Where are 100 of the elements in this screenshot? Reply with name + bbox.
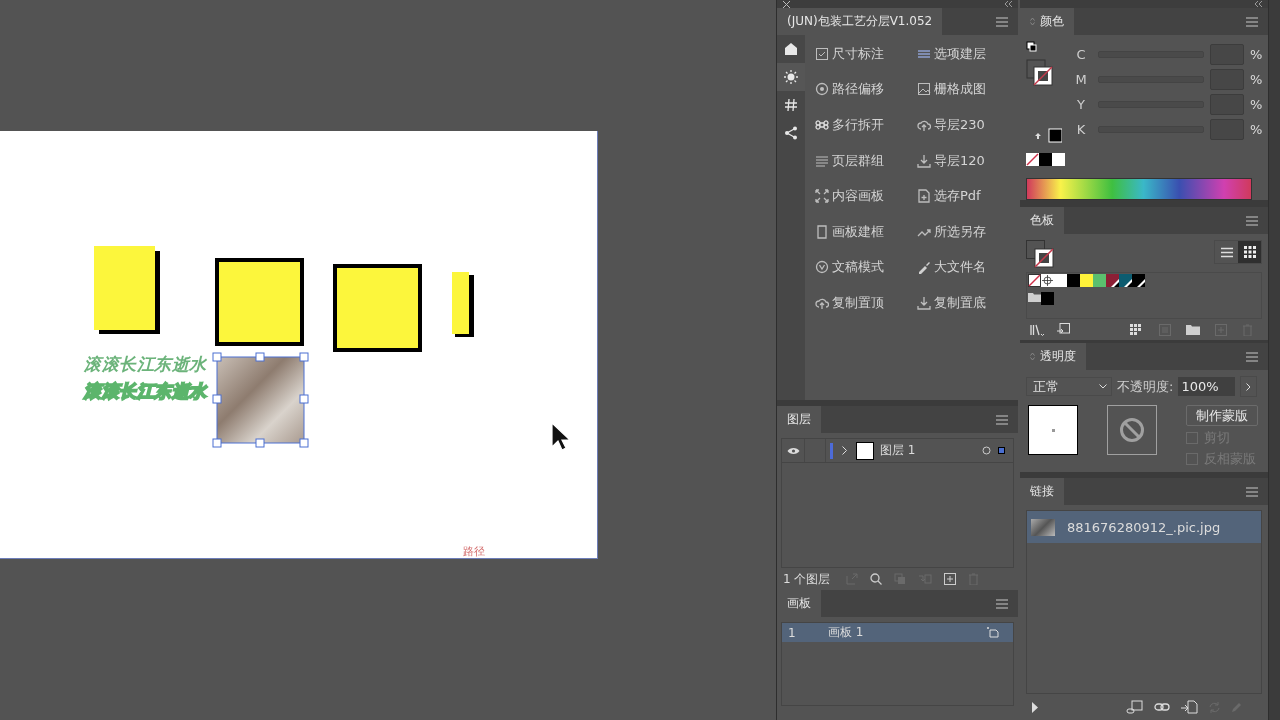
menu-icon[interactable] <box>1246 486 1258 497</box>
tool-button[interactable]: 多行拆开 <box>815 107 917 143</box>
panel-tab[interactable]: 链接 <box>1020 478 1064 505</box>
channel-label: Y <box>1076 96 1086 112</box>
share-icon <box>783 125 799 141</box>
grid-icon <box>1243 246 1256 258</box>
default-fill-swatch[interactable] <box>1039 153 1052 166</box>
tool-button[interactable]: 选项建层 <box>917 36 1017 72</box>
none-swatch[interactable] <box>1028 274 1041 287</box>
link-icon[interactable] <box>1154 702 1170 712</box>
shadowed-rectangle <box>452 272 474 337</box>
search-icon[interactable] <box>870 573 883 585</box>
expand-icon <box>815 189 829 204</box>
hash-icon <box>783 97 799 113</box>
collapse-icon[interactable] <box>1254 1 1262 7</box>
command-icon <box>815 118 829 132</box>
channel-label: M <box>1074 71 1088 87</box>
path-label: 路径 <box>463 544 485 559</box>
color-swatch[interactable] <box>1067 274 1080 287</box>
panel-tab[interactable]: 颜色 <box>1020 8 1074 35</box>
artboard-options-icon[interactable] <box>987 627 999 638</box>
tool-button[interactable]: 大文件名 <box>917 249 1017 286</box>
layer-row[interactable]: 图层 1 <box>782 439 1013 463</box>
image-icon <box>917 82 931 97</box>
prohibited-icon <box>1119 417 1145 443</box>
registration-swatch[interactable] <box>1041 274 1054 287</box>
tool-button[interactable]: 画板建框 <box>815 213 917 250</box>
tool-button[interactable]: 尺寸标注 <box>815 36 917 72</box>
import-icon[interactable] <box>1057 323 1070 336</box>
file-plus-icon <box>917 189 931 204</box>
artwork-thumbnail <box>1028 405 1078 455</box>
cloud-upload-icon <box>917 118 931 132</box>
color-swatch[interactable] <box>1041 292 1054 305</box>
folder-icon[interactable] <box>1186 324 1200 335</box>
grid-view-button[interactable] <box>1238 241 1261 263</box>
artboard-row[interactable]: 1 画板 1 <box>782 623 1013 642</box>
eye-icon[interactable] <box>786 446 800 455</box>
image-thumbnail <box>1031 518 1055 536</box>
sun-icon <box>783 69 799 85</box>
tool-button[interactable]: 导层120 <box>917 142 1017 179</box>
unit-label: % <box>1250 46 1263 62</box>
panel-tab[interactable]: 透明度 <box>1020 343 1086 370</box>
play-icon[interactable] <box>1032 701 1038 713</box>
menu-icon[interactable] <box>1246 215 1258 226</box>
panel-tab[interactable]: (JUN)包装工艺分层V1.052 <box>777 8 943 35</box>
close-icon[interactable] <box>783 0 790 8</box>
layer-count: 1 个图层 <box>783 570 831 588</box>
tool-button[interactable]: 栅格成图 <box>917 71 1017 108</box>
download-icon <box>917 153 931 168</box>
color-spectrum[interactable] <box>1026 178 1252 200</box>
stepper-icon <box>1030 352 1035 361</box>
global-swatch[interactable] <box>1106 274 1119 287</box>
unit-label: % <box>1250 96 1263 112</box>
collapse-icon[interactable] <box>1004 1 1012 7</box>
menu-icon[interactable] <box>1246 351 1258 362</box>
panel-tab[interactable]: 图层 <box>777 406 821 433</box>
opacity-field[interactable]: 100% <box>1178 377 1236 396</box>
make-mask-button[interactable]: 制作蒙版 <box>1186 405 1258 426</box>
color-swatch[interactable] <box>1054 274 1067 287</box>
channel-label: K <box>1075 121 1087 137</box>
tool-button[interactable]: 文稿模式 <box>815 249 917 286</box>
tool-button[interactable]: 选存Pdf <box>917 178 1017 214</box>
cursor-icon <box>551 422 571 452</box>
embed-icon[interactable] <box>1180 700 1198 714</box>
menu-icon[interactable] <box>996 16 1008 27</box>
blend-mode-dropdown[interactable]: 正常 <box>1026 377 1112 396</box>
menu-icon[interactable] <box>1246 16 1258 27</box>
panel-tab[interactable]: 色板 <box>1020 207 1064 234</box>
none-swatch[interactable] <box>1026 153 1039 166</box>
default-stroke-swatch[interactable] <box>1052 153 1065 166</box>
color-swatch[interactable] <box>1093 274 1106 287</box>
color-swatch[interactable] <box>1080 274 1093 287</box>
side-tab[interactable] <box>777 63 805 91</box>
tool-button[interactable]: 复制置顶 <box>815 285 917 321</box>
panel-tab[interactable]: 画板 <box>777 590 821 617</box>
global-swatch[interactable] <box>1132 274 1145 287</box>
tool-button[interactable]: 路径偏移 <box>815 71 917 108</box>
global-swatch[interactable] <box>1119 274 1132 287</box>
tool-button[interactable]: 导层230 <box>917 107 1017 143</box>
opacity-slider-button[interactable] <box>1240 376 1258 397</box>
fill-stroke-drawing[interactable] <box>1026 240 1054 268</box>
menu-icon[interactable] <box>996 414 1008 425</box>
target-icon[interactable] <box>982 446 991 455</box>
link-row[interactable]: 881676280912_.pic.jpg <box>1027 511 1261 543</box>
tool-button[interactable]: 页层群组 <box>815 142 917 179</box>
relink-icon[interactable] <box>1126 700 1144 714</box>
chevron-icon[interactable] <box>841 446 848 455</box>
tool-button[interactable]: 所选另存 <box>917 213 1017 250</box>
menu-icon[interactable] <box>996 598 1008 609</box>
library-icon[interactable] <box>1030 323 1045 336</box>
circle-icon <box>815 260 829 275</box>
list-icon <box>1220 246 1233 258</box>
folder-icon <box>1028 292 1041 302</box>
tool-button[interactable]: 复制置底 <box>917 285 1017 321</box>
swatch-kind-icon[interactable] <box>1130 323 1144 336</box>
channel-label: C <box>1075 46 1087 62</box>
brush-icon <box>917 260 931 275</box>
opacity-label: 不透明度: <box>1117 377 1174 396</box>
layer-name: 图层 1 <box>880 442 917 459</box>
tool-button[interactable]: 内容画板 <box>815 178 917 214</box>
